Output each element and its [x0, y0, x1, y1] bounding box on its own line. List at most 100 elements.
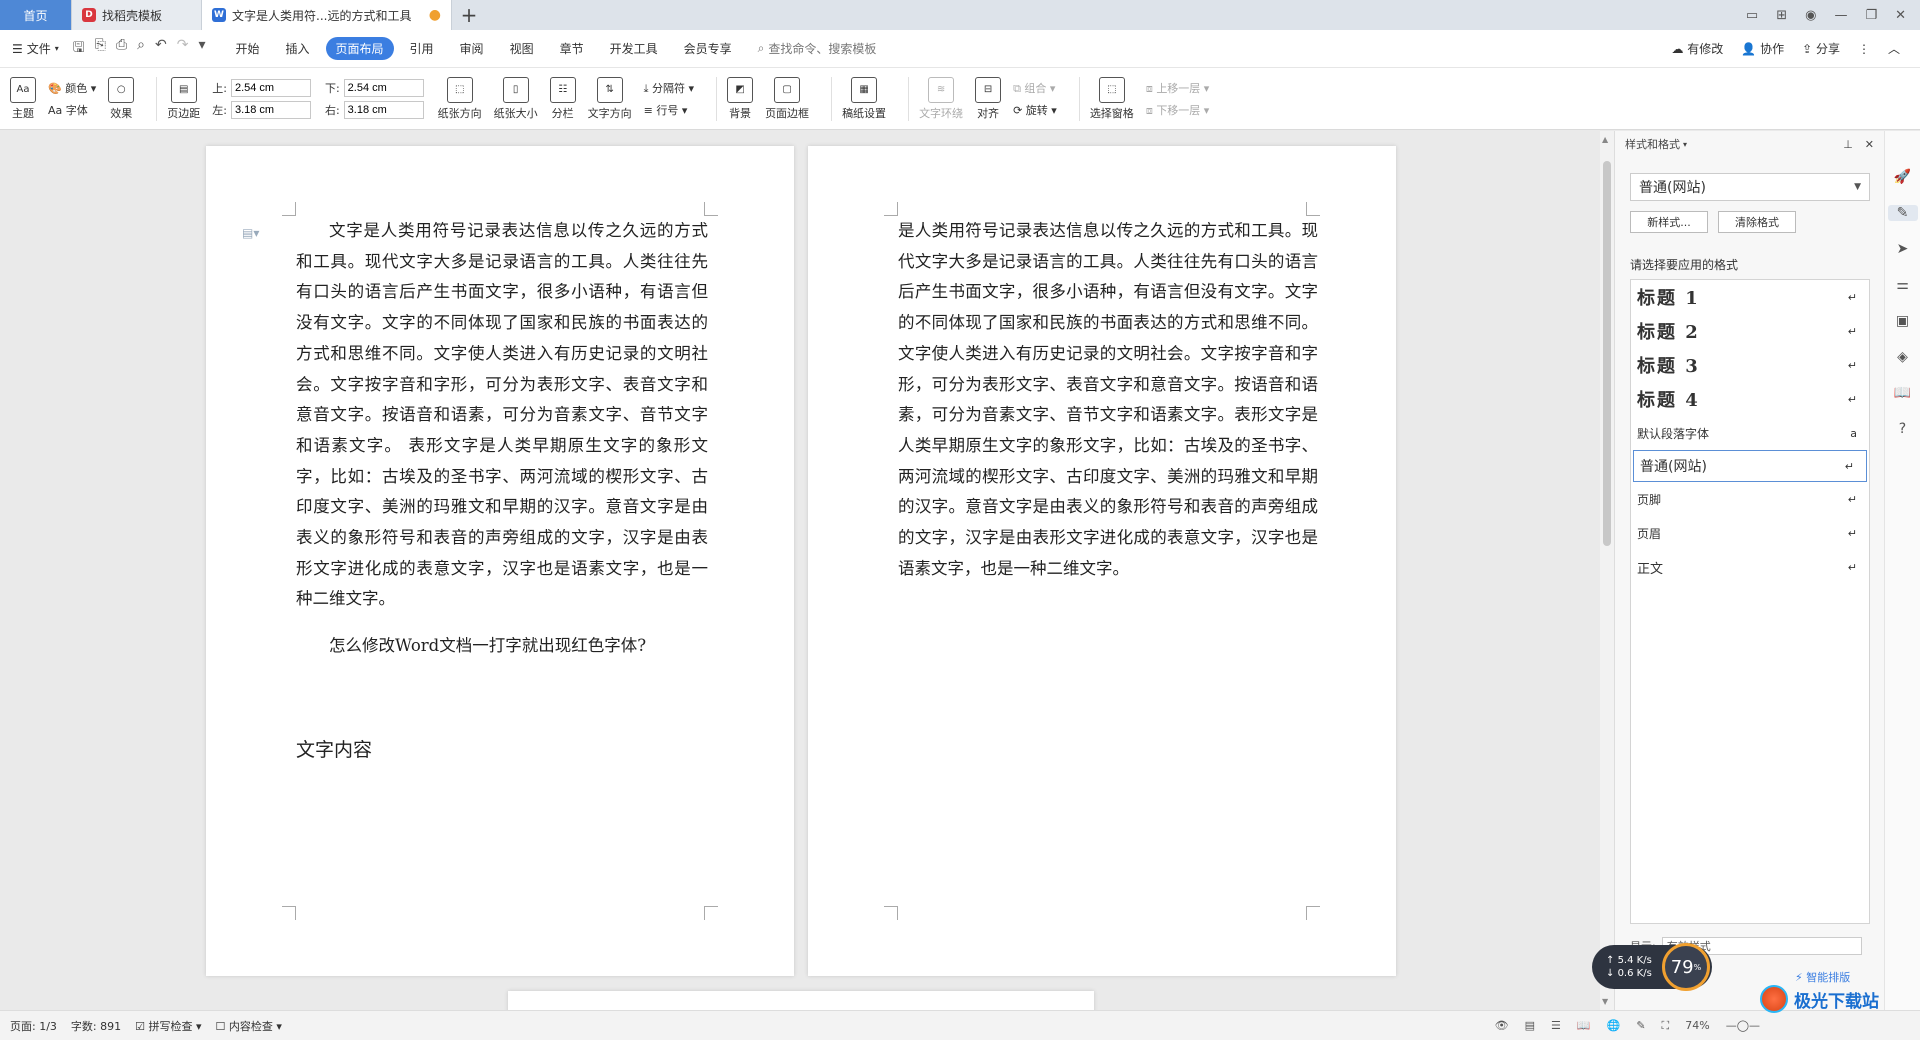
- group-button[interactable]: ⧉ 组合 ▾: [1013, 80, 1057, 96]
- paragraph-handle-icon[interactable]: ▤▾: [242, 226, 259, 240]
- more-icon[interactable]: ⋮: [1858, 42, 1870, 56]
- close-pane-icon[interactable]: ✕: [1865, 138, 1874, 151]
- current-style-select[interactable]: 普通(网站) ▼: [1630, 173, 1870, 201]
- restore-button[interactable]: ❐: [1865, 8, 1877, 23]
- zoom-level[interactable]: 74%: [1685, 1019, 1709, 1032]
- vertical-scrollbar[interactable]: ▲ ▼: [1600, 131, 1614, 1010]
- new-style-button[interactable]: 新样式...: [1630, 211, 1708, 233]
- image-tool-icon[interactable]: ▣: [1896, 313, 1909, 329]
- tab-start[interactable]: 开始: [225, 37, 269, 60]
- tab-document[interactable]: W 文字是人类用符...远的方式和工具 ●: [202, 0, 452, 30]
- styles-pane-title[interactable]: 样式和格式: [1625, 136, 1680, 152]
- sliders-icon[interactable]: ⚌: [1896, 277, 1909, 293]
- tab-page-layout[interactable]: 页面布局: [325, 37, 394, 60]
- style-brush-icon[interactable]: ✎: [1887, 205, 1918, 221]
- book-icon[interactable]: 📖: [1894, 385, 1911, 401]
- margins-button[interactable]: ▤ 页边距: [167, 76, 200, 121]
- redo-icon[interactable]: ↷: [177, 37, 189, 61]
- paper-size-button[interactable]: ▯ 纸张大小: [494, 76, 538, 121]
- text-wrap-button[interactable]: ≋ 文字环绕: [919, 76, 963, 121]
- print-preview-icon[interactable]: ⌕: [137, 37, 145, 61]
- draft-paper-button[interactable]: ▦ 稿纸设置: [842, 76, 886, 121]
- new-tab-button[interactable]: +: [452, 0, 486, 30]
- columns-button[interactable]: ☷ 分栏: [549, 76, 576, 121]
- modified-button[interactable]: ☁ 有修改: [1671, 40, 1723, 57]
- style-item-heading-4[interactable]: 标题 4 ↵: [1631, 382, 1869, 416]
- selection-pane-button[interactable]: ⬚ 选择窗格: [1090, 76, 1134, 121]
- text-direction-button[interactable]: ⇅ 文字方向: [588, 76, 632, 121]
- outline-view-icon[interactable]: ☰: [1551, 1019, 1561, 1032]
- zoom-slider[interactable]: —◯—: [1726, 1019, 1760, 1032]
- font-button[interactable]: Aa 字体: [48, 102, 96, 118]
- clear-format-button[interactable]: 清除格式: [1718, 211, 1796, 233]
- close-window-button[interactable]: ✕: [1895, 8, 1906, 23]
- background-button[interactable]: ◩ 背景: [727, 76, 754, 121]
- tab-member[interactable]: 会员专享: [674, 37, 742, 60]
- help-icon[interactable]: ?: [1899, 421, 1906, 437]
- style-item-normal-web[interactable]: 普通(网站) ↵: [1633, 450, 1867, 482]
- minimize-button[interactable]: —: [1834, 8, 1847, 23]
- network-speed-widget[interactable]: ↑ 5.4 K/s ↓ 0.6 K/s 79%: [1592, 943, 1712, 991]
- scrollbar-thumb[interactable]: [1603, 161, 1611, 546]
- command-search[interactable]: ⌕ 查找命令、搜索模板: [758, 40, 877, 57]
- rocket-icon[interactable]: 🚀: [1894, 169, 1911, 185]
- compass-icon[interactable]: ◈: [1897, 349, 1908, 365]
- eye-protection-icon[interactable]: 👁: [1495, 1019, 1509, 1032]
- page-2[interactable]: 是人类用符号记录表达信息以传之久远的方式和工具。现代文字大多是记录语言的工具。人…: [808, 146, 1396, 976]
- style-item-footer[interactable]: 页脚 ↵: [1631, 482, 1869, 516]
- pin-icon[interactable]: ⊥: [1843, 138, 1853, 151]
- avatar[interactable]: ◉: [1805, 8, 1816, 23]
- style-item-default-font[interactable]: 默认段落字体 a: [1631, 416, 1869, 450]
- file-menu[interactable]: ☰ 文件 ▾: [12, 40, 59, 57]
- content-check-toggle[interactable]: ☐ 内容检查 ▾: [216, 1018, 282, 1034]
- collapse-ribbon-icon[interactable]: ︿: [1888, 40, 1900, 57]
- layout-icon[interactable]: ▭: [1746, 8, 1758, 23]
- scroll-up-icon[interactable]: ▲: [1602, 135, 1608, 144]
- page-indicator[interactable]: 页面: 1/3: [10, 1018, 57, 1034]
- tab-insert[interactable]: 插入: [276, 37, 320, 60]
- customize-icon[interactable]: ▾: [198, 37, 205, 61]
- page-view-icon[interactable]: ▤: [1525, 1019, 1535, 1032]
- rotate-button[interactable]: ⟳ 旋转 ▾: [1013, 102, 1057, 118]
- tab-review[interactable]: 审阅: [450, 37, 494, 60]
- style-item-body[interactable]: 正文 ↵: [1631, 550, 1869, 584]
- grid-icon[interactable]: ⊞: [1776, 8, 1787, 23]
- fit-icon[interactable]: ⛶: [1662, 1019, 1670, 1033]
- undo-icon[interactable]: ↶: [155, 37, 167, 61]
- web-view-icon[interactable]: 🌐: [1607, 1019, 1621, 1032]
- right-margin-input[interactable]: [343, 100, 424, 119]
- share-button[interactable]: ⇪ 分享: [1802, 40, 1840, 57]
- separator-button[interactable]: ⤓ 分隔符 ▾: [644, 80, 694, 96]
- align-button[interactable]: ⊟ 对齐: [975, 76, 1002, 121]
- smart-layout-link[interactable]: ⚡ 智能排版: [1795, 969, 1850, 985]
- effect-button[interactable]: ○ 效果: [108, 76, 135, 121]
- page-border-button[interactable]: ▢ 页面边框: [765, 76, 809, 121]
- left-margin-input[interactable]: [230, 100, 311, 119]
- page1-heading[interactable]: 文字内容: [296, 735, 372, 762]
- page-1[interactable]: ▤▾ 文字是人类用符号记录表达信息以传之久远的方式和工具。现代文字大多是记录语言…: [206, 146, 794, 976]
- print-icon[interactable]: ⎙: [116, 37, 127, 61]
- tab-section[interactable]: 章节: [550, 37, 594, 60]
- theme-button[interactable]: Aa 主题: [10, 76, 36, 121]
- style-item-header[interactable]: 页眉 ↵: [1631, 516, 1869, 550]
- tab-docer[interactable]: D 找稻壳模板: [72, 0, 202, 30]
- read-view-icon[interactable]: 📖: [1577, 1019, 1591, 1032]
- save-icon[interactable]: 🖫: [73, 37, 85, 61]
- page-3[interactable]: [508, 991, 1094, 1010]
- tab-home[interactable]: 首页: [0, 0, 72, 30]
- page2-body-paragraph[interactable]: 是人类用符号记录表达信息以传之久远的方式和工具。现代文字大多是记录语言的工具。人…: [898, 216, 1318, 584]
- page1-question-paragraph[interactable]: 怎么修改Word文档一打字就出现红色字体?: [296, 632, 708, 656]
- collaborate-button[interactable]: 👤 协作: [1741, 40, 1784, 57]
- tab-developer[interactable]: 开发工具: [600, 37, 668, 60]
- scroll-down-icon[interactable]: ▼: [1602, 997, 1608, 1006]
- style-item-heading-2[interactable]: 标题 2 ↵: [1631, 314, 1869, 348]
- spell-check-toggle[interactable]: ☑ 拼写检查 ▾: [135, 1018, 201, 1034]
- word-count[interactable]: 字数: 891: [71, 1018, 121, 1034]
- cursor-icon[interactable]: ➤: [1897, 241, 1909, 257]
- export-icon[interactable]: ⎘: [95, 37, 106, 61]
- tab-references[interactable]: 引用: [400, 37, 444, 60]
- tab-view[interactable]: 视图: [500, 37, 544, 60]
- color-button[interactable]: 🎨 颜色 ▾: [48, 80, 96, 96]
- orientation-button[interactable]: ⬚ 纸张方向: [438, 76, 482, 121]
- style-item-heading-3[interactable]: 标题 3 ↵: [1631, 348, 1869, 382]
